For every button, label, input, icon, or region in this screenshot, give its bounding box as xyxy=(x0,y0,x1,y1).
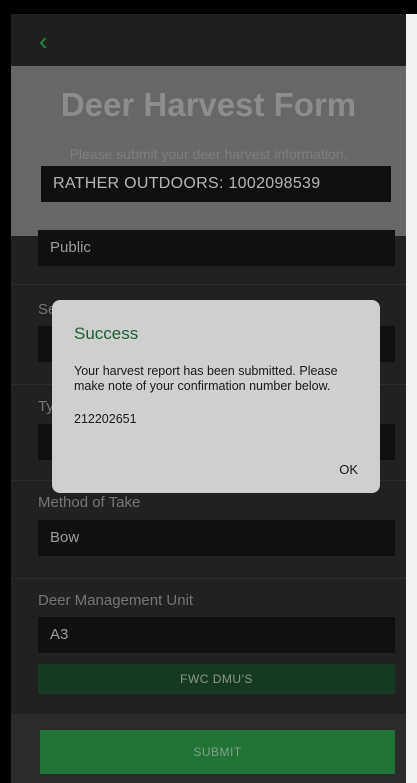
dialog-message: Your harvest report has been submitted. … xyxy=(74,364,338,393)
right-border xyxy=(406,14,417,783)
confirmation-number: 212202651 xyxy=(74,412,137,426)
dialog-title: Success xyxy=(74,324,139,343)
ok-button[interactable]: OK xyxy=(339,462,358,477)
success-dialog: Success Your harvest report has been sub… xyxy=(52,300,380,493)
left-border xyxy=(0,14,11,783)
app-screen: ‹ Deer Harvest Form Please submit your d… xyxy=(11,14,406,783)
top-border xyxy=(0,0,417,14)
